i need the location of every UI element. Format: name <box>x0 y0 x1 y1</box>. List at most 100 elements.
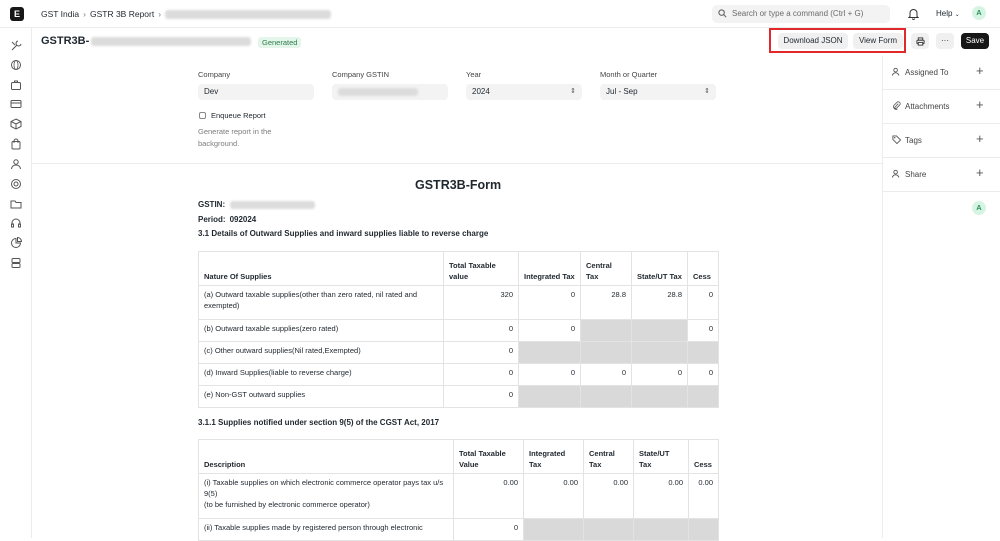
shared-user-avatar[interactable]: A <box>972 201 986 215</box>
target-icon[interactable] <box>10 178 22 190</box>
cess-cell: 0 <box>687 285 719 320</box>
user-plus-icon <box>892 67 900 76</box>
download-json-button[interactable]: Download JSON <box>778 33 848 49</box>
assigned-to-section[interactable]: Assigned To + <box>883 56 1000 90</box>
assigned-to-label: Assigned To <box>905 68 949 77</box>
gstin-label: GSTIN: <box>198 200 226 209</box>
add-assignee-icon[interactable]: + <box>976 63 984 78</box>
tools-icon[interactable] <box>10 40 22 52</box>
report-content: GSTR3B-Form GSTIN: Period: 092024 3.1 Det… <box>32 56 882 541</box>
column-header: Total Taxable Value <box>453 439 524 474</box>
table-header-row: Nature Of Supplies Total Taxable value I… <box>198 251 719 286</box>
shaded-cell <box>687 385 719 408</box>
page-title-redacted <box>91 36 252 46</box>
total-taxable-cell: 0 <box>443 341 519 364</box>
users-icon[interactable] <box>10 158 22 170</box>
column-header: Total Taxable value <box>443 251 519 286</box>
notification-bell-icon[interactable] <box>908 8 919 20</box>
headset-icon[interactable] <box>10 217 22 229</box>
total-taxable-cell: 0 <box>443 319 519 342</box>
pie-chart-icon[interactable] <box>10 237 22 249</box>
state-tax-cell: 0 <box>631 363 688 386</box>
section-3-1-1-title: 3.1.1 Supplies notified under section 9(… <box>198 418 440 427</box>
integrated-tax-cell: 0 <box>518 285 581 320</box>
globe-icon[interactable] <box>10 59 22 71</box>
shaded-cell <box>631 319 688 342</box>
row-label-line1: (i) Taxable supplies on which electronic… <box>204 478 444 498</box>
row-label: (e) Non-GST outward supplies <box>198 385 444 408</box>
column-header: Integrated Tax <box>523 439 584 474</box>
central-tax-cell: 28.8 <box>580 285 632 320</box>
row-label: (b) Outward taxable supplies(zero rated) <box>198 319 444 342</box>
row-label: (c) Other outward supplies(Nil rated,Exe… <box>198 341 444 364</box>
card-icon[interactable] <box>10 98 22 110</box>
user-avatar[interactable]: A <box>972 6 986 20</box>
row-label-line2: (to be furnished by electronic commerce … <box>204 500 370 509</box>
page-title: GSTR3B- <box>41 35 252 47</box>
chevron-right-icon: › <box>158 9 162 19</box>
box-icon[interactable] <box>10 118 22 130</box>
add-tag-icon[interactable]: + <box>976 131 984 146</box>
cess-cell: 0 <box>687 319 719 342</box>
tags-section[interactable]: Tags + <box>883 124 1000 158</box>
search-icon <box>718 9 727 18</box>
column-header: Cess <box>687 251 719 286</box>
chevron-down-icon: ⌄ <box>954 12 960 18</box>
table-row: (a) Outward taxable supplies(other than … <box>198 285 719 320</box>
breadcrumb: GST India › GSTR 3B Report › <box>41 9 332 20</box>
database-icon[interactable] <box>10 257 22 269</box>
more-options-button[interactable]: ··· <box>936 33 954 49</box>
search-bar[interactable]: Search or type a command (Ctrl + G) <box>712 5 890 23</box>
row-label: (ii) Taxable supplies made by registered… <box>198 518 454 541</box>
state-tax-cell: 0.00 <box>633 473 689 519</box>
total-taxable-cell: 0 <box>443 385 519 408</box>
column-header: Nature Of Supplies <box>198 251 444 286</box>
breadcrumb-gstr3b-report[interactable]: GSTR 3B Report <box>90 9 154 19</box>
cess-cell: 0 <box>687 363 719 386</box>
print-button[interactable] <box>911 33 929 49</box>
folder-icon[interactable] <box>10 198 22 210</box>
tags-label: Tags <box>905 136 922 145</box>
shaded-cell <box>518 341 581 364</box>
attachments-section[interactable]: Attachments + <box>883 90 1000 124</box>
tag-icon <box>892 135 901 144</box>
total-taxable-cell: 320 <box>443 285 519 320</box>
add-share-icon[interactable]: + <box>976 165 984 180</box>
briefcase-icon[interactable] <box>10 79 22 91</box>
help-menu[interactable]: Help ⌄ <box>936 9 960 18</box>
chevron-right-icon: › <box>83 9 86 19</box>
gstin-redacted <box>230 200 316 209</box>
shopping-bag-icon[interactable] <box>10 138 22 150</box>
app-logo[interactable]: E <box>10 7 24 21</box>
table-row: (c) Other outward supplies(Nil rated,Exe… <box>198 341 719 364</box>
table-row: (d) Inward Supplies(liable to reverse ch… <box>198 363 719 386</box>
add-attachment-icon[interactable]: + <box>976 97 984 112</box>
search-placeholder: Search or type a command (Ctrl + G) <box>732 9 864 18</box>
table-header-row: Description Total Taxable Value Integrat… <box>198 439 719 474</box>
shaded-cell <box>580 385 632 408</box>
shaded-cell <box>688 518 719 541</box>
save-button[interactable]: Save <box>961 33 989 49</box>
total-taxable-cell: 0 <box>453 518 524 541</box>
row-label: (d) Inward Supplies(liable to reverse ch… <box>198 363 444 386</box>
cess-cell: 0.00 <box>688 473 719 519</box>
view-form-button[interactable]: View Form <box>853 33 903 49</box>
shaded-cell <box>633 518 689 541</box>
outward-supplies-table: Nature Of Supplies Total Taxable value I… <box>198 251 719 408</box>
breadcrumb-gst-india[interactable]: GST India <box>41 9 79 19</box>
shaded-cell <box>580 341 632 364</box>
table-row: (i) Taxable supplies on which electronic… <box>198 473 719 519</box>
total-taxable-cell: 0 <box>443 363 519 386</box>
period-value-text: 092024 <box>229 215 257 224</box>
breadcrumb-redacted-document[interactable] <box>165 10 332 20</box>
total-taxable-cell: 0.00 <box>453 473 524 519</box>
status-badge: Generated <box>258 37 302 48</box>
report-title: GSTR3B-Form <box>415 178 502 192</box>
state-tax-cell: 28.8 <box>631 285 688 320</box>
integrated-tax-cell: 0 <box>518 319 581 342</box>
attachments-label: Attachments <box>905 102 950 111</box>
central-tax-cell: 0.00 <box>583 473 634 519</box>
share-icon <box>892 169 900 178</box>
share-section[interactable]: Share + <box>883 158 1000 192</box>
table-row: (e) Non-GST outward supplies 0 <box>198 385 719 408</box>
